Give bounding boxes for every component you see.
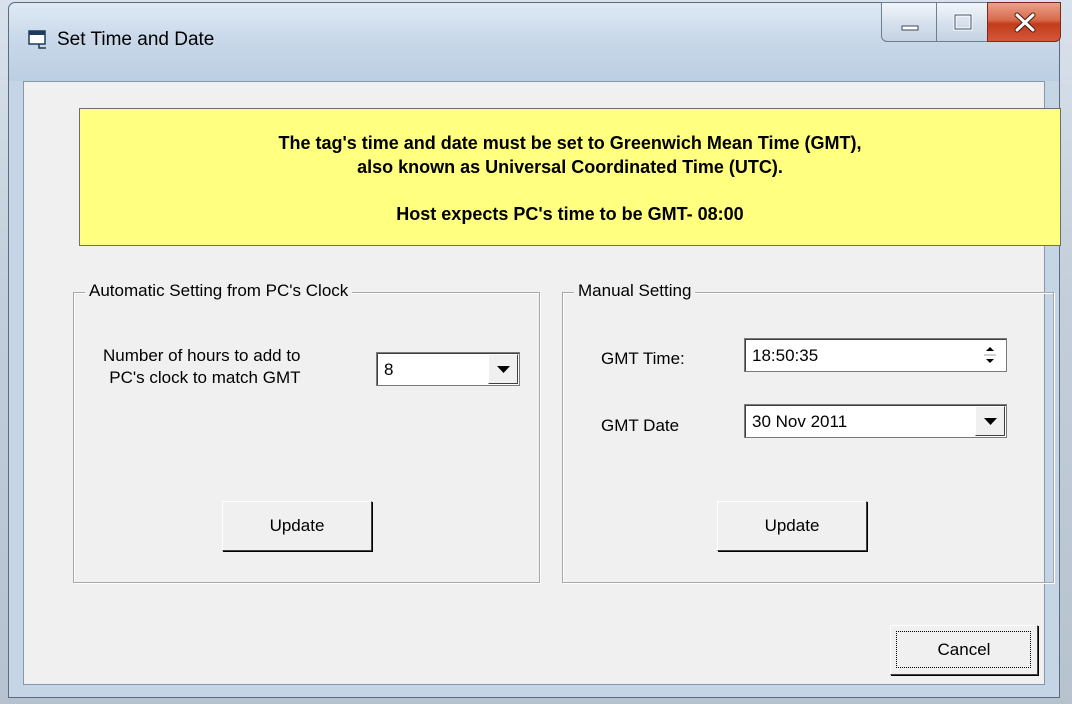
- window-title: Set Time and Date: [57, 29, 215, 50]
- date-dropdown-button[interactable]: [975, 406, 1005, 436]
- cancel-button[interactable]: Cancel: [890, 625, 1038, 675]
- spin-up-down-icon: [984, 347, 996, 363]
- gmt-date-value: 30 Nov 2011: [752, 412, 848, 431]
- dialog-client-area: The tag's time and date must be set to G…: [23, 81, 1061, 685]
- hours-label-line-2: PC's clock to match GMT: [109, 368, 301, 387]
- update-automatic-button[interactable]: Update: [222, 501, 372, 551]
- gmt-info-banner: The tag's time and date must be set to G…: [79, 108, 1061, 246]
- automatic-setting-legend: Automatic Setting from PC's Clock: [85, 281, 353, 301]
- banner-line-1: The tag's time and date must be set to G…: [278, 133, 862, 153]
- close-button[interactable]: [987, 2, 1061, 42]
- hours-dropdown-button[interactable]: [488, 354, 518, 384]
- gmt-time-input[interactable]: 18:50:35: [744, 338, 1007, 372]
- hours-to-add-label: Number of hours to add to PC's clock to …: [103, 345, 301, 389]
- gmt-time-label: GMT Time:: [601, 349, 685, 368]
- gmt-date-picker[interactable]: 30 Nov 2011: [744, 404, 1007, 438]
- manual-setting-group: Manual Setting GMT Time: 18:50:35 GMT Da…: [562, 281, 1054, 583]
- automatic-setting-group: Automatic Setting from PC's Clock Number…: [73, 281, 540, 583]
- hours-offset-value: 8: [384, 360, 394, 379]
- manual-setting-legend: Manual Setting: [574, 281, 696, 301]
- gmt-time-value: 18:50:35: [752, 346, 819, 365]
- chevron-down-icon: [984, 418, 997, 425]
- minimize-button[interactable]: [881, 2, 937, 42]
- update-manual-button[interactable]: Update: [717, 501, 867, 551]
- window-app-icon: [28, 30, 46, 49]
- hours-label-line-1: Number of hours to add to: [103, 346, 301, 365]
- banner-line-3: Host expects PC's time to be GMT- 08:00: [396, 204, 744, 224]
- time-spinner[interactable]: [975, 340, 1005, 370]
- maximize-icon: [953, 13, 973, 31]
- chevron-down-icon: [497, 366, 510, 373]
- close-icon: [1014, 12, 1036, 33]
- cancel-label: Cancel: [937, 640, 991, 659]
- title-bar[interactable]: Set Time and Date: [9, 2, 1061, 81]
- maximize-button[interactable]: [936, 2, 988, 42]
- banner-line-2: also known as Universal Coordinated Time…: [357, 157, 783, 177]
- hours-offset-select[interactable]: 8: [376, 352, 520, 386]
- minimize-icon: [901, 25, 919, 31]
- dialog-window: Set Time and Date The tag's time and dat…: [8, 2, 1061, 698]
- gmt-date-label: GMT Date: [601, 416, 680, 435]
